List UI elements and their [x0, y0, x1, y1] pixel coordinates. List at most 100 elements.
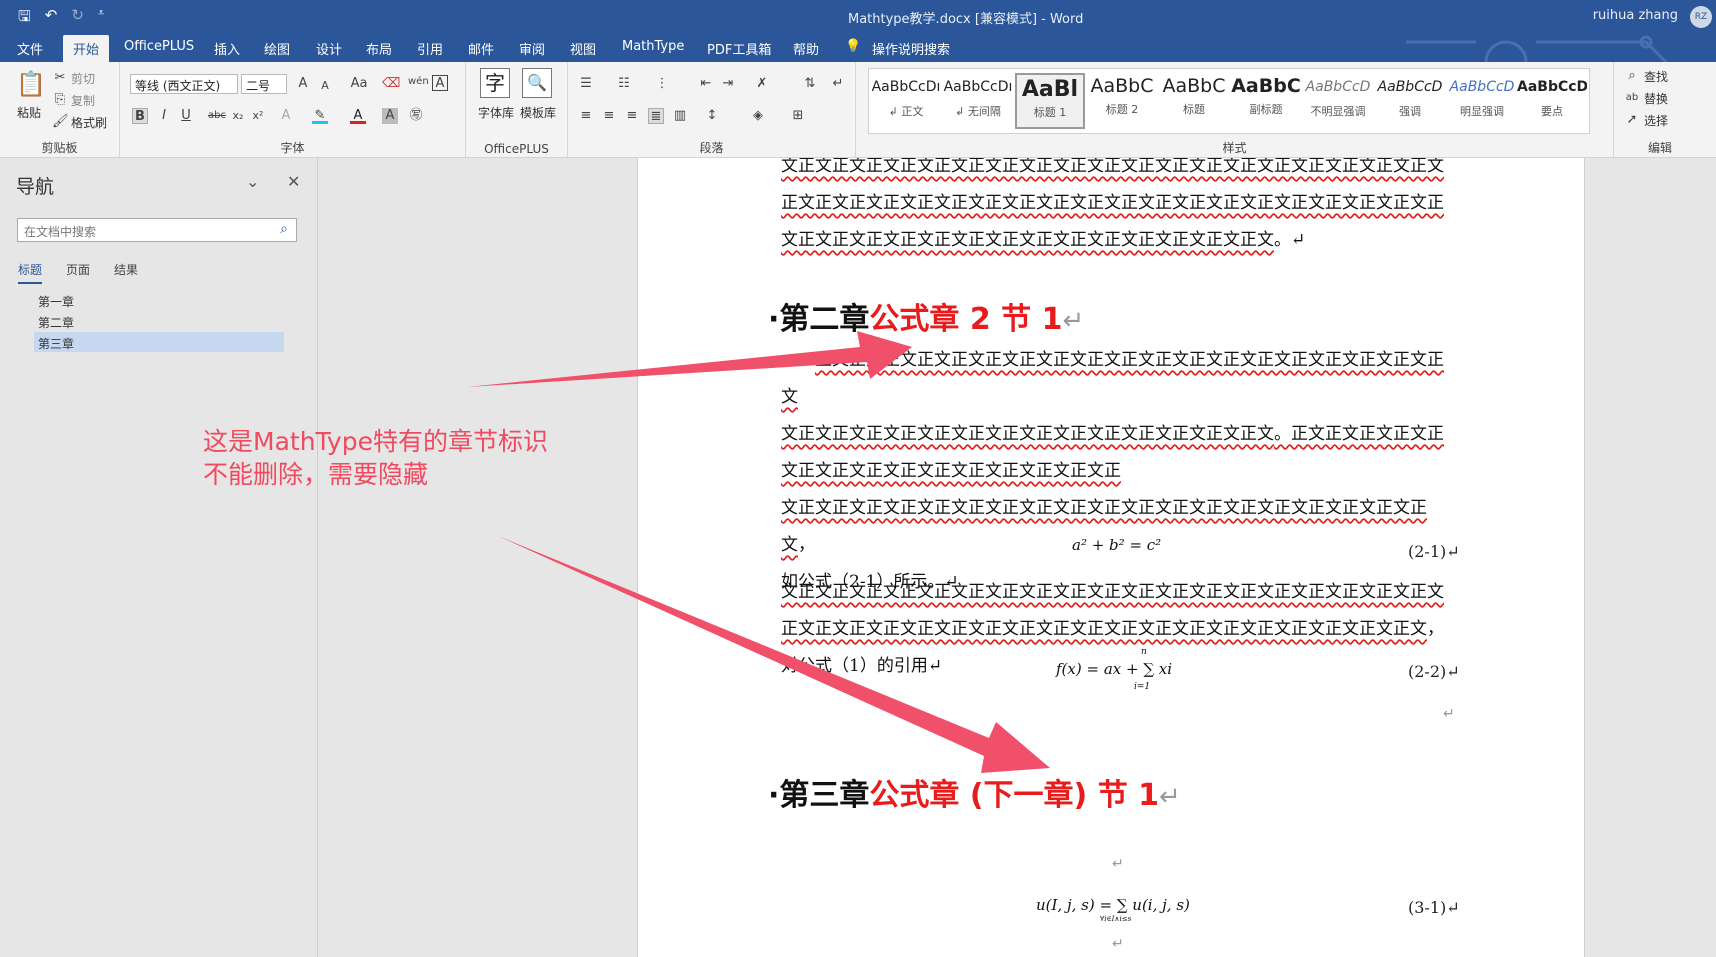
customize-qat-icon[interactable]: ⩡ — [98, 6, 104, 31]
paste-button[interactable]: 粘贴 — [17, 104, 41, 121]
equation-2-2[interactable]: f(x) = ax + ∑ xi — [1056, 660, 1172, 678]
line-spacing-icon[interactable]: ↕ — [704, 108, 720, 124]
nav-search-input[interactable]: 在文档中搜索 ⌕ — [17, 218, 297, 242]
template-library-button[interactable]: 模板库 — [520, 104, 556, 121]
tab-view[interactable]: 视图 — [570, 39, 596, 58]
distributed-icon[interactable]: ▥ — [672, 108, 688, 124]
tab-pdf-tools[interactable]: PDF工具箱 — [707, 39, 771, 58]
chinese-layout-icon[interactable]: ✗ — [754, 76, 770, 92]
justify-icon[interactable]: ≣ — [648, 108, 664, 124]
nav-heading-item[interactable]: 第二章 — [34, 311, 284, 331]
avatar[interactable]: RZ — [1690, 6, 1712, 28]
char-border-icon[interactable]: A — [432, 75, 448, 91]
decrease-indent-icon[interactable]: ⇤ — [698, 76, 714, 92]
save-icon[interactable]: 🖫 — [18, 6, 31, 31]
align-right-icon[interactable]: ≡ — [624, 108, 640, 124]
tab-headings[interactable]: 标题 — [18, 261, 43, 284]
document-page[interactable]: 文正文正文正文正文正文正文正文正文正文正文正文正文正文正文正文正文正文正文正文 … — [637, 158, 1585, 957]
format-painter-icon[interactable]: 🖌 — [52, 114, 69, 130]
style-subtle-emphasis[interactable]: AaBbCcD 不明显强调 — [1303, 73, 1373, 129]
borders-icon[interactable]: ⊞ — [790, 108, 806, 124]
highlight-icon[interactable]: ✎ — [312, 108, 328, 124]
phonetic-guide-icon[interactable]: wén — [408, 74, 429, 90]
numbering-icon[interactable]: ☷ — [616, 76, 632, 92]
style-strong[interactable]: AaBbCcD 要点 — [1517, 73, 1587, 129]
shading-icon[interactable]: ◈ — [750, 108, 766, 124]
italic-icon[interactable]: I — [156, 108, 172, 124]
officeplus-group-label: OfficePLUS — [484, 142, 549, 156]
style-title[interactable]: AaBbC 标题 — [1159, 73, 1229, 129]
tab-help[interactable]: 帮助 — [793, 39, 819, 58]
equation-2-1[interactable]: a² + b² = c² — [1072, 536, 1161, 554]
style-subtitle[interactable]: AaBbC 副标题 — [1231, 73, 1301, 129]
tab-file[interactable]: 文件 — [17, 39, 43, 58]
align-center-icon[interactable]: ≡ — [601, 108, 617, 124]
find-button[interactable]: 查找 — [1644, 68, 1668, 85]
strikethrough-icon[interactable]: abc — [206, 108, 228, 124]
font-color-icon[interactable]: A — [350, 108, 366, 124]
show-marks-icon[interactable]: ↵ — [830, 76, 846, 92]
cut-icon[interactable]: ✂ — [52, 70, 68, 86]
font-size-select[interactable]: 二号 — [241, 74, 287, 94]
tab-design[interactable]: 设计 — [316, 39, 342, 58]
paste-icon[interactable]: 📋 — [16, 70, 46, 98]
tab-mailings[interactable]: 邮件 — [468, 39, 494, 58]
nav-heading-item[interactable]: 第一章 — [34, 290, 284, 310]
search-icon[interactable]: ⌕ — [280, 221, 288, 237]
style-heading-2[interactable]: AaBbC 标题 2 — [1087, 73, 1157, 129]
select-button[interactable]: 选择 — [1644, 112, 1668, 129]
chevron-down-icon[interactable]: ⌄ — [246, 172, 259, 191]
undo-icon[interactable]: ↶ — [45, 6, 58, 31]
underline-icon[interactable]: U — [178, 108, 194, 124]
shrink-font-icon[interactable]: A — [317, 78, 333, 94]
user-name[interactable]: ruihua zhang — [1593, 8, 1678, 23]
font-name-select[interactable]: 等线 (西文正文) — [130, 74, 238, 94]
bold-icon[interactable]: B — [132, 108, 148, 124]
style-intense-emphasis[interactable]: AaBbCcD 明显强调 — [1447, 73, 1517, 129]
tab-home[interactable]: 开始 — [63, 35, 110, 64]
change-case-icon[interactable]: Aa — [346, 76, 372, 92]
multilevel-list-icon[interactable]: ⋮ — [654, 76, 670, 92]
tab-references[interactable]: 引用 — [417, 39, 443, 58]
bullets-icon[interactable]: ☰ — [578, 76, 594, 92]
style-normal[interactable]: AaBbCcDı ↲ 正文 — [871, 73, 941, 129]
nav-heading-item[interactable]: 第三章 — [34, 332, 284, 352]
redo-icon[interactable]: ↻ — [71, 6, 84, 31]
cut-button[interactable]: 剪切 — [71, 70, 95, 87]
char-shading-icon[interactable]: A — [382, 108, 398, 124]
text-effects-icon[interactable]: A — [278, 108, 294, 124]
tab-mathtype[interactable]: MathType — [622, 39, 684, 54]
font-library-icon[interactable]: 字 — [480, 68, 510, 98]
sort-icon[interactable]: ⇅ — [802, 76, 818, 92]
style-no-spacing[interactable]: AaBbCcDı ↲ 无间隔 — [943, 73, 1013, 129]
increase-indent-icon[interactable]: ⇥ — [720, 76, 736, 92]
select-icon[interactable]: ➚ — [1624, 112, 1640, 128]
superscript-icon[interactable]: x² — [250, 108, 266, 124]
tab-pages[interactable]: 页面 — [66, 261, 90, 284]
copy-icon[interactable]: ⎘ — [52, 92, 68, 108]
font-library-button[interactable]: 字体库 — [478, 104, 514, 121]
copy-button[interactable]: 复制 — [71, 92, 95, 109]
enclose-char-icon[interactable]: ㊢ — [408, 108, 424, 124]
replace-button[interactable]: 替换 — [1644, 90, 1668, 107]
align-left-icon[interactable]: ≡ — [578, 108, 594, 124]
tab-insert[interactable]: 插入 — [214, 39, 240, 58]
tell-me-search[interactable]: 操作说明搜索 — [872, 39, 950, 58]
chapter-3-heading: ·第三章公式章 (下一章) 节 1↵ — [768, 778, 1181, 813]
replace-icon[interactable]: ab — [1624, 90, 1640, 106]
format-painter-button[interactable]: 格式刷 — [71, 114, 107, 131]
close-icon[interactable]: ✕ — [287, 172, 300, 191]
tab-layout[interactable]: 布局 — [366, 39, 392, 58]
subscript-icon[interactable]: x₂ — [230, 108, 246, 124]
grow-font-icon[interactable]: A — [295, 76, 311, 92]
equation-3-1[interactable]: u(I, j, s) = ∑ u(i, j, s) — [1036, 896, 1190, 914]
clear-format-icon[interactable]: ⌫ — [382, 76, 400, 92]
tab-review[interactable]: 审阅 — [519, 39, 545, 58]
find-icon[interactable]: ⌕ — [1624, 68, 1640, 84]
tab-draw[interactable]: 绘图 — [264, 39, 290, 58]
template-library-icon[interactable]: 🔍 — [522, 68, 552, 98]
style-emphasis[interactable]: AaBbCcD 强调 — [1375, 73, 1445, 129]
tab-results[interactable]: 结果 — [114, 261, 138, 284]
style-heading-1[interactable]: AaBl 标题 1 — [1015, 73, 1085, 129]
tab-officeplus[interactable]: OfficePLUS — [124, 39, 194, 54]
